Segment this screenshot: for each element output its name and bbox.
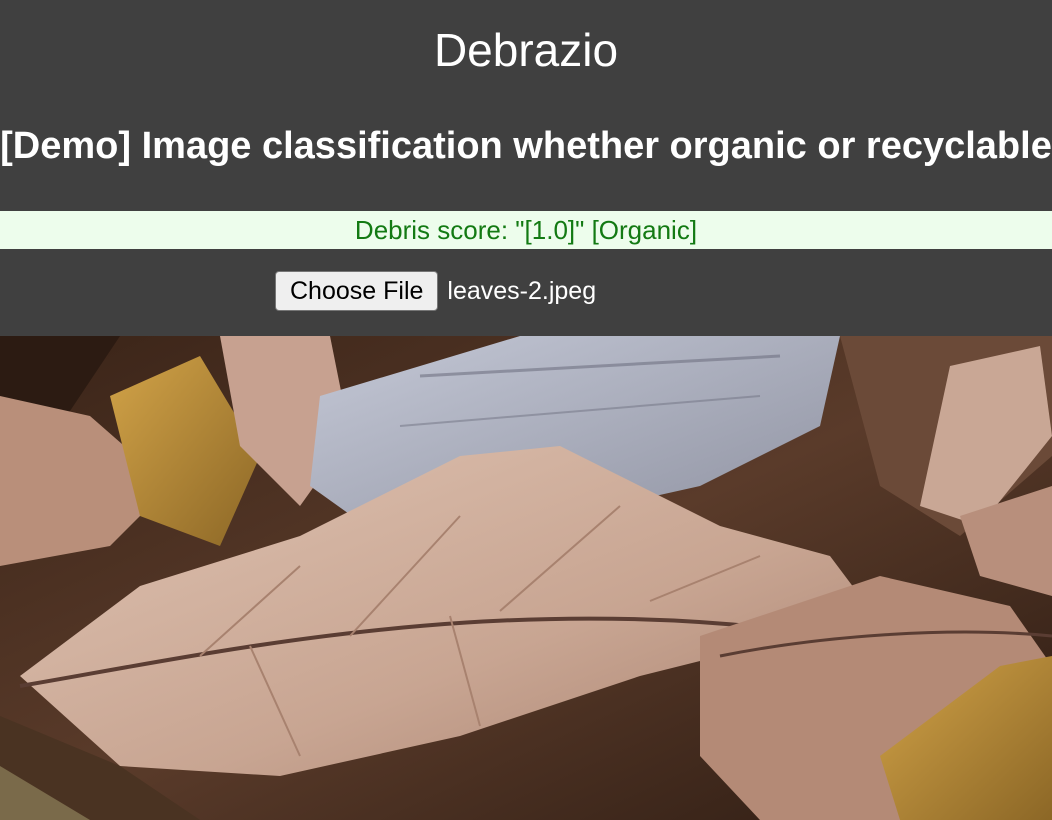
leaves-photo-icon xyxy=(0,336,1052,820)
selected-file-name: leaves-2.jpeg xyxy=(447,276,597,305)
app-title: Debrazio xyxy=(433,24,619,76)
uploaded-image-preview xyxy=(0,336,1052,820)
choose-file-button[interactable]: Choose File xyxy=(275,271,439,311)
classification-result-banner: Debris score: "[1.0]" [Organic] xyxy=(0,211,1052,249)
file-upload: Choose File leaves-2.jpeg xyxy=(275,271,596,311)
app-subtitle: [Demo] Image classification whether orga… xyxy=(0,125,1052,167)
